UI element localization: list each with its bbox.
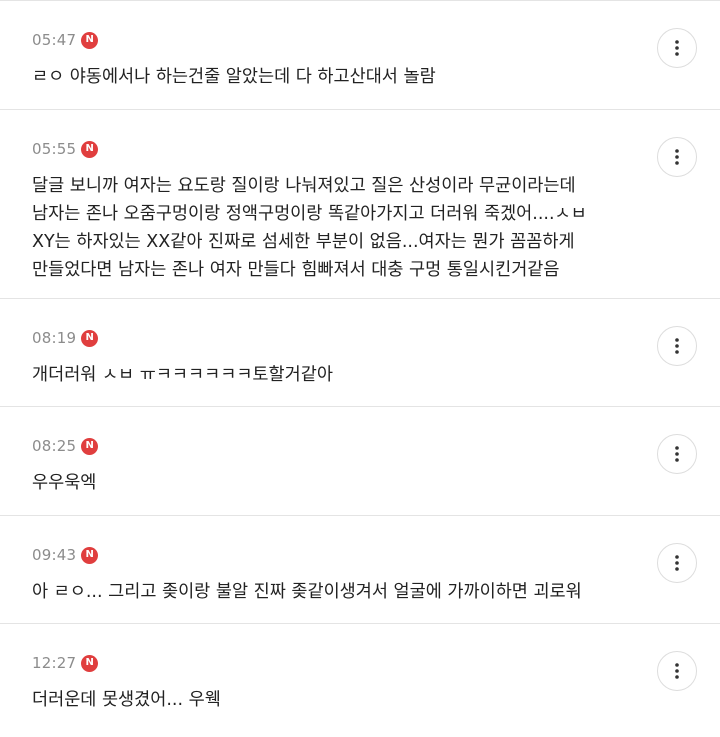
comment-meta: 08:25 N	[32, 436, 630, 456]
comment-item: 12:27 N 더러운데 못생겼어... 우웩	[0, 624, 720, 737]
more-vertical-icon	[675, 149, 679, 165]
new-badge-icon: N	[81, 437, 99, 455]
comment-meta: 12:27 N	[32, 653, 630, 673]
more-options-button[interactable]	[657, 137, 697, 177]
more-options-button[interactable]	[657, 326, 697, 366]
comment-text: 아 ㄹㅇ... 그리고 좆이랑 불알 진짜 좆같이생겨서 얼굴에 가까이하면 괴…	[32, 582, 582, 602]
more-vertical-icon	[675, 338, 679, 354]
comment-meta: 05:55 N	[32, 139, 630, 159]
more-vertical-icon	[675, 40, 679, 56]
comment-text: ㄹㅇ 야동에서나 하는건줄 알았는데 다 하고산대서 놀람	[32, 67, 436, 87]
comment-time: 09:43	[32, 546, 77, 564]
comment-text: 우우욱엑	[32, 473, 97, 493]
comment-text: 달글 보니까 여자는 요도랑 질이랑 나눠져있고 질은 산성이라 무균이라는데 …	[32, 176, 587, 280]
new-badge-icon: N	[81, 546, 99, 564]
comment-meta: 09:43 N	[32, 545, 630, 565]
more-options-button[interactable]	[657, 434, 697, 474]
comment-time: 05:47	[32, 31, 77, 49]
comment-meta: 05:47 N	[32, 30, 630, 50]
comment-time: 05:55	[32, 140, 77, 158]
more-vertical-icon	[675, 555, 679, 571]
new-badge-icon: N	[81, 654, 99, 672]
comment-time: 12:27	[32, 654, 77, 672]
comment-list: 05:47 N ㄹㅇ 야동에서나 하는건줄 알았는데 다 하고산대서 놀람 05…	[0, 0, 720, 727]
new-badge-icon: N	[81, 31, 99, 49]
comment-time: 08:19	[32, 329, 77, 347]
new-badge-icon: N	[81, 140, 99, 158]
comment-item: 09:43 N 아 ㄹㅇ... 그리고 좆이랑 불알 진짜 좆같이생겨서 얼굴에…	[0, 516, 720, 624]
more-vertical-icon	[675, 446, 679, 462]
comment-item: 08:19 N 개더러워 ㅅㅂ ㅠㅋㅋㅋㅋㅋㅋ토할거같아	[0, 299, 720, 407]
more-vertical-icon	[675, 663, 679, 679]
comment-item: 05:47 N ㄹㅇ 야동에서나 하는건줄 알았는데 다 하고산대서 놀람	[0, 1, 720, 110]
comment-meta: 08:19 N	[32, 328, 630, 348]
comment-item: 08:25 N 우우욱엑	[0, 407, 720, 516]
comment-text: 개더러워 ㅅㅂ ㅠㅋㅋㅋㅋㅋㅋ토할거같아	[32, 365, 333, 385]
new-badge-icon: N	[81, 329, 99, 347]
more-options-button[interactable]	[657, 28, 697, 68]
comment-text: 더러운데 못생겼어... 우웩	[32, 690, 221, 710]
more-options-button[interactable]	[657, 651, 697, 691]
comment-item: 05:55 N 달글 보니까 여자는 요도랑 질이랑 나눠져있고 질은 산성이라…	[0, 110, 720, 299]
more-options-button[interactable]	[657, 543, 697, 583]
comment-time: 08:25	[32, 437, 77, 455]
